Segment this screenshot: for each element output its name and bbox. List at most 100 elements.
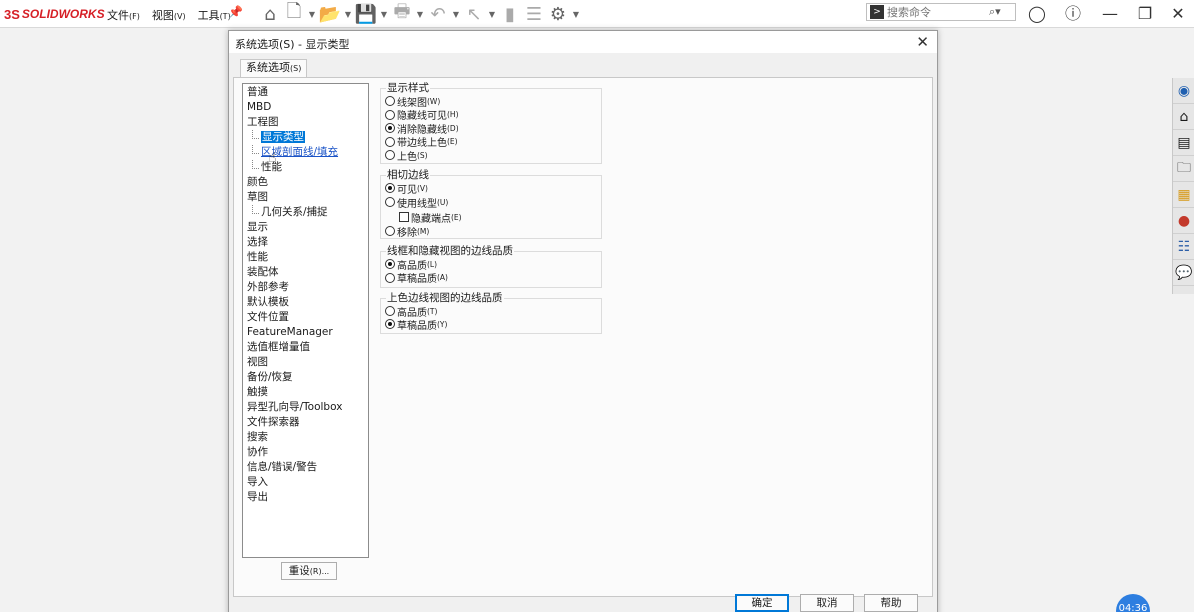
user-icon[interactable]: ◯ bbox=[1027, 4, 1047, 24]
help-icon[interactable]: ⓘ bbox=[1063, 4, 1083, 24]
tree-item[interactable]: 工程图 bbox=[243, 115, 368, 130]
cancel-button[interactable]: 取消 bbox=[800, 594, 854, 612]
menu-view[interactable]: 视图(V) bbox=[152, 7, 186, 23]
radio-option[interactable]: 草稿品质 (A) bbox=[385, 271, 448, 285]
help-button[interactable]: 帮助 bbox=[864, 594, 918, 612]
solidworks-logo[interactable]: 3S SOLIDWORKS bbox=[4, 6, 105, 22]
new-document-icon[interactable]: 🗋 bbox=[282, 1, 306, 26]
radio-button[interactable] bbox=[385, 272, 395, 283]
tree-item[interactable]: 外部参考 bbox=[243, 280, 368, 295]
chevron-down-icon[interactable]: ▼ bbox=[306, 10, 318, 19]
radio-tangent-use-font[interactable]: 使用线型 (U) bbox=[385, 195, 448, 210]
tree-item[interactable]: 信息/错误/警告 bbox=[243, 460, 368, 475]
tree-item[interactable]: 导出 bbox=[243, 490, 368, 505]
radio-option[interactable]: 高品质 (L) bbox=[385, 257, 437, 272]
radio-option[interactable]: 带边线上色 (E) bbox=[385, 135, 458, 149]
chevron-down-icon[interactable]: ▼ bbox=[378, 10, 390, 19]
home-icon[interactable]: ⌂ bbox=[258, 2, 282, 26]
radio-button[interactable] bbox=[385, 109, 395, 120]
tree-item[interactable]: 备份/恢复 bbox=[243, 370, 368, 385]
radio-button[interactable] bbox=[385, 259, 395, 269]
tree-item[interactable]: 区域剖面线/填充 bbox=[243, 145, 368, 160]
open-icon[interactable]: 📂 bbox=[318, 2, 342, 26]
ok-button[interactable]: 确定 bbox=[735, 594, 789, 612]
radio-button[interactable] bbox=[385, 319, 395, 329]
radio-option[interactable]: 线架图 (W) bbox=[385, 94, 440, 109]
tree-item[interactable]: 导入 bbox=[243, 475, 368, 490]
tree-item[interactable]: 协作 bbox=[243, 445, 368, 460]
tree-item[interactable]: 文件探索器 bbox=[243, 415, 368, 430]
restore-icon[interactable]: ❐ bbox=[1135, 4, 1155, 24]
tree-item-label: 装配体 bbox=[247, 266, 279, 278]
close-icon[interactable]: ✕ bbox=[916, 33, 929, 51]
tree-item[interactable]: 显示类型 bbox=[243, 130, 368, 145]
chevron-down-icon[interactable]: ▼ bbox=[486, 10, 498, 19]
chevron-down-icon[interactable]: ▼ bbox=[414, 10, 426, 19]
radio-option[interactable]: 消除隐藏线 (D) bbox=[385, 121, 459, 136]
minimize-icon[interactable]: — bbox=[1100, 4, 1120, 24]
select-pointer-icon[interactable]: ↖ bbox=[462, 2, 486, 26]
solidworks-resources-icon[interactable]: ◉ bbox=[1173, 78, 1194, 104]
tree-item[interactable]: 显示 bbox=[243, 220, 368, 235]
chevron-down-icon[interactable]: ▼ bbox=[450, 10, 462, 19]
tree-item[interactable]: 普通 bbox=[243, 85, 368, 100]
command-search-input[interactable] bbox=[887, 5, 987, 19]
radio-button[interactable] bbox=[385, 226, 395, 236]
reset-button[interactable]: 重设(R)... bbox=[281, 562, 337, 580]
file-properties-icon[interactable]: ☰ bbox=[522, 2, 546, 26]
file-explorer-icon[interactable]: 🗀 bbox=[1173, 156, 1194, 182]
tree-item-label: 协作 bbox=[247, 446, 268, 458]
tree-item[interactable]: 触摸 bbox=[243, 385, 368, 400]
radio-option[interactable]: 上色 (S) bbox=[385, 148, 428, 163]
checkbox-hide-ends[interactable]: 隐藏端点 (E) bbox=[399, 210, 462, 225]
tree-item[interactable]: 异型孔向导/Toolbox bbox=[243, 400, 368, 415]
home-icon[interactable]: ⌂ bbox=[1173, 104, 1194, 130]
tab-system-options[interactable]: 系统选项(S) bbox=[240, 59, 308, 77]
tree-item[interactable]: 文件位置 bbox=[243, 310, 368, 325]
tree-item[interactable]: 性能 bbox=[243, 250, 368, 265]
print-icon[interactable]: 🖶 bbox=[390, 1, 414, 26]
radio-button[interactable] bbox=[385, 136, 395, 147]
radio-button[interactable] bbox=[385, 183, 395, 193]
tree-item[interactable]: 搜索 bbox=[243, 430, 368, 445]
tree-item[interactable]: 颜色 bbox=[243, 175, 368, 190]
design-library-icon[interactable]: ▤ bbox=[1173, 130, 1194, 156]
tree-item-label: 文件位置 bbox=[247, 311, 289, 323]
tree-item[interactable]: MBD bbox=[243, 100, 368, 115]
tree-item[interactable]: 性能 bbox=[243, 160, 368, 175]
chevron-down-icon[interactable]: ▼ bbox=[342, 10, 354, 19]
menu-file[interactable]: 文件(F) bbox=[107, 7, 140, 23]
checkbox[interactable] bbox=[399, 212, 409, 222]
tree-item[interactable]: FeatureManager bbox=[243, 325, 368, 340]
tree-item[interactable]: 选值框增量值 bbox=[243, 340, 368, 355]
chevron-down-icon[interactable]: ▼ bbox=[570, 10, 582, 19]
radio-option[interactable]: 隐藏线可见 (H) bbox=[385, 108, 459, 122]
forum-icon[interactable]: 💬 bbox=[1173, 260, 1194, 286]
menu-tools[interactable]: 工具(T) bbox=[198, 7, 231, 23]
appearances-icon[interactable]: ● bbox=[1173, 208, 1194, 234]
undo-icon[interactable]: ↶ bbox=[426, 2, 450, 26]
radio-option[interactable]: 草稿品质 (Y) bbox=[385, 317, 447, 332]
tree-item-label: FeatureManager bbox=[247, 326, 333, 338]
gear-icon[interactable]: ⚙ bbox=[546, 2, 570, 26]
custom-properties-icon[interactable]: ☷ bbox=[1173, 234, 1194, 260]
radio-button[interactable] bbox=[385, 197, 395, 207]
tree-item[interactable]: 视图 bbox=[243, 355, 368, 370]
save-icon[interactable]: 💾 bbox=[354, 2, 378, 26]
radio-button[interactable] bbox=[385, 123, 395, 133]
tree-item[interactable]: 草图 bbox=[243, 190, 368, 205]
radio-tangent-removed[interactable]: 移除 (M) bbox=[385, 224, 429, 239]
radio-button[interactable] bbox=[385, 150, 395, 160]
rebuild-icon[interactable]: ▮ bbox=[498, 2, 522, 26]
tree-item[interactable]: 装配体 bbox=[243, 265, 368, 280]
radio-button[interactable] bbox=[385, 306, 395, 316]
close-icon[interactable]: ✕ bbox=[1168, 4, 1188, 24]
pin-icon[interactable]: 📌 bbox=[228, 5, 243, 19]
tree-item[interactable]: 默认模板 bbox=[243, 295, 368, 310]
radio-tangent-visible[interactable]: 可见 (V) bbox=[385, 181, 428, 196]
tree-item[interactable]: 几何关系/捕捉 bbox=[243, 205, 368, 220]
search-icon[interactable]: ⌕▾ bbox=[989, 5, 1001, 19]
view-palette-icon[interactable]: ▦ bbox=[1173, 182, 1194, 208]
tree-item[interactable]: 选择 bbox=[243, 235, 368, 250]
radio-button[interactable] bbox=[385, 96, 395, 106]
